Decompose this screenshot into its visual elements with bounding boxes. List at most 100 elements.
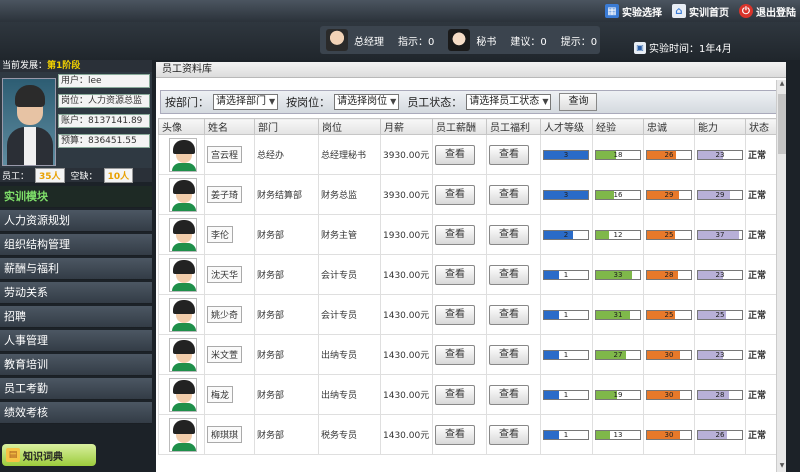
employee-name[interactable]: 沈天华 — [207, 266, 243, 283]
level-bar: 1 — [543, 349, 589, 360]
menu-item-training[interactable]: 实训模块 — [0, 186, 152, 208]
view-welfare-button[interactable]: 查看 — [489, 144, 529, 165]
sidebar-menu: 实训模块 人力资源规划 组织结构管理 薪酬与福利 劳动关系 招聘 人事管理 教育… — [0, 186, 152, 424]
employee-name[interactable]: 梅龙 — [207, 386, 234, 403]
avatar[interactable] — [169, 257, 197, 292]
instruct-count: 指示：0 — [398, 36, 435, 48]
menu-item-labor-relations[interactable]: 劳动关系 — [0, 282, 152, 304]
welfare-cell: 查看 — [486, 334, 541, 375]
view-welfare-button[interactable]: 查看 — [489, 304, 529, 325]
position-field: 岗位：人力资源总监 — [58, 94, 150, 108]
knowledge-dictionary-button[interactable]: ▤ 知识词典 — [2, 444, 96, 466]
view-pay-button[interactable]: 查看 — [435, 224, 475, 245]
avatar[interactable] — [169, 337, 197, 372]
view-pay-button[interactable]: 查看 — [435, 384, 475, 405]
dept-cell: 财务部 — [254, 414, 319, 455]
avatar[interactable] — [169, 377, 197, 412]
home-link[interactable]: ⌂ 实训首页 — [672, 2, 729, 20]
filter-bar: 按部门： 请选择部门 ▼ 按岗位： 请选择岗位 ▼ 员工状态： 请选择员工状态 ▼ 查… — [160, 90, 782, 114]
view-pay-button[interactable]: 查看 — [435, 304, 475, 325]
scroll-down-icon[interactable]: ▼ — [778, 462, 786, 472]
loyal-bar: 30 — [646, 349, 692, 360]
gm-label[interactable]: 总经理 — [354, 33, 384, 48]
secretary-avatar — [448, 29, 471, 51]
view-pay-button[interactable]: 查看 — [435, 144, 475, 165]
view-pay-button[interactable]: 查看 — [435, 264, 475, 285]
avatar[interactable] — [169, 177, 197, 212]
post-cell: 出纳专员 — [318, 374, 381, 415]
menu-item-attendance[interactable]: 员工考勤 — [0, 378, 152, 400]
scrollbar[interactable]: ▲ ▼ — [776, 80, 786, 472]
pay-cell: 查看 — [432, 134, 487, 175]
exp-value: 27 — [613, 350, 623, 359]
view-pay-button[interactable]: 查看 — [435, 184, 475, 205]
avatar-cell — [158, 374, 205, 415]
phase-status: 当前发展：第1阶段 — [0, 60, 152, 72]
hint-count: 提示：0 — [560, 36, 598, 48]
loyal-cell: 25 — [643, 294, 695, 335]
view-welfare-button[interactable]: 查看 — [489, 224, 529, 245]
avatar-cell — [158, 254, 205, 295]
menu-item-compensation[interactable]: 薪酬与福利 — [0, 258, 152, 280]
col-post: 岗位 — [318, 118, 381, 135]
view-pay-button[interactable]: 查看 — [435, 424, 475, 445]
level-cell: 1 — [540, 374, 593, 415]
loyal-bar: 29 — [646, 189, 692, 200]
view-welfare-button[interactable]: 查看 — [489, 344, 529, 365]
welfare-cell: 查看 — [486, 134, 541, 175]
phase-label: 当前发展： — [2, 61, 48, 71]
menu-item-recruitment[interactable]: 招聘 — [0, 306, 152, 328]
view-pay-button[interactable]: 查看 — [435, 344, 475, 365]
view-welfare-button[interactable]: 查看 — [489, 184, 529, 205]
avatar[interactable] — [169, 217, 197, 252]
avatar-cell — [158, 334, 205, 375]
menu-item-org-structure[interactable]: 组织结构管理 — [0, 234, 152, 256]
level-cell: 3 — [540, 174, 593, 215]
employee-name[interactable]: 李伦 — [207, 226, 234, 243]
scroll-up-icon[interactable]: ▲ — [778, 80, 786, 90]
employee-name[interactable]: 姚少奇 — [207, 306, 243, 323]
menu-item-personnel[interactable]: 人事管理 — [0, 330, 152, 352]
exp-value: 16 — [613, 190, 623, 199]
avatar[interactable] — [169, 297, 197, 332]
loyal-cell: 28 — [643, 254, 695, 295]
status-cell: 正常 — [745, 174, 778, 215]
post-select[interactable]: 请选择岗位 ▼ — [334, 94, 400, 110]
role-panel: 总经理 指示：0 秘书 建议：0 提示：0 — [320, 26, 600, 54]
menu-item-performance[interactable]: 绩效考核 — [0, 402, 152, 424]
employee-name[interactable]: 姜子琦 — [207, 186, 243, 203]
level-bar: 1 — [543, 269, 589, 280]
exp-select-link[interactable]: ▦ 实验选择 — [605, 2, 662, 20]
ability-cell: 28 — [694, 374, 746, 415]
name-cell: 姚少奇 — [204, 294, 255, 335]
scroll-thumb[interactable] — [778, 94, 786, 154]
ability-value: 23 — [715, 150, 725, 159]
avatar[interactable] — [169, 137, 197, 172]
logout-link[interactable]: ⏻ 退出登陆 — [739, 2, 796, 20]
ability-bar: 23 — [697, 149, 743, 160]
status-select[interactable]: 请选择员工状态 ▼ — [466, 94, 552, 110]
main-panel: 员工资料库 按部门： 请选择部门 ▼ 按岗位： 请选择岗位 ▼ 员工状态： 请选择员… — [156, 62, 786, 472]
employee-name[interactable]: 柳琪琪 — [207, 426, 243, 443]
avatar[interactable] — [169, 417, 197, 452]
view-welfare-button[interactable]: 查看 — [489, 424, 529, 445]
dept-select[interactable]: 请选择部门 ▼ — [213, 94, 279, 110]
post-cell: 出纳专员 — [318, 334, 381, 375]
exp-cell: 18 — [592, 134, 644, 175]
view-welfare-button[interactable]: 查看 — [489, 264, 529, 285]
view-welfare-button[interactable]: 查看 — [489, 384, 529, 405]
salary-cell: 1930.00元 — [380, 214, 433, 255]
gm-avatar — [326, 29, 348, 51]
salary-cell: 1430.00元 — [380, 334, 433, 375]
employee-name[interactable]: 宫云程 — [207, 146, 243, 163]
level-value: 3 — [563, 150, 569, 159]
exp-cell: 33 — [592, 254, 644, 295]
salary-cell: 1430.00元 — [380, 374, 433, 415]
secretary-label[interactable]: 秘书 — [476, 33, 496, 48]
employee-name[interactable]: 米文萱 — [207, 346, 243, 363]
ability-cell: 23 — [694, 254, 746, 295]
query-button[interactable]: 查询 — [559, 93, 598, 111]
menu-item-hr-planning[interactable]: 人力资源规划 — [0, 210, 152, 232]
chevron-down-icon: ▼ — [542, 97, 549, 106]
menu-item-education[interactable]: 教育培训 — [0, 354, 152, 376]
